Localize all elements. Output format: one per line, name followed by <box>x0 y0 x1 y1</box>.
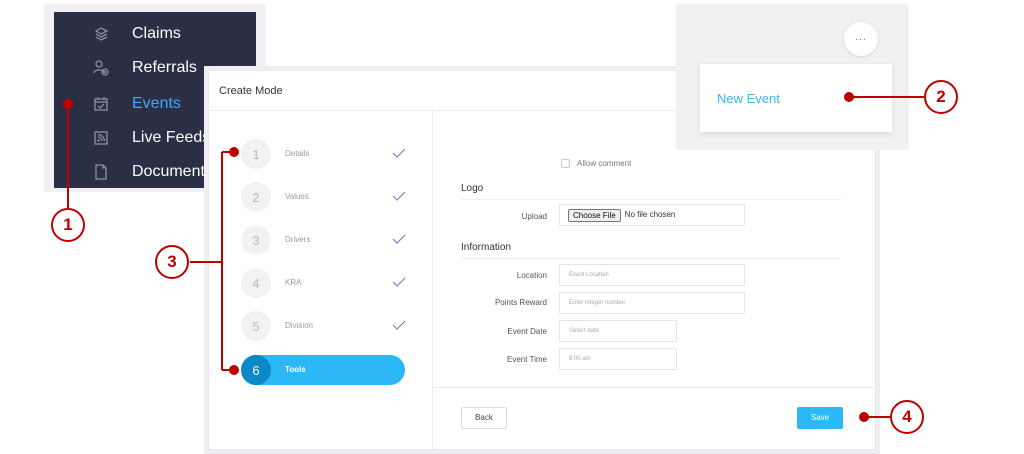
sidebar-item-label: Events <box>132 95 181 112</box>
callout-4: 4 <box>890 400 924 434</box>
step-label: Details <box>285 149 310 158</box>
sidebar-item-label: Referrals <box>132 59 197 76</box>
footer-divider <box>433 387 877 388</box>
information-section-title: Information <box>461 242 512 253</box>
allow-comment-checkbox[interactable] <box>561 159 570 168</box>
step-division[interactable]: 5 Division <box>241 311 406 341</box>
event-form: Allow comment Logo Upload Choose File No… <box>433 111 877 451</box>
back-button[interactable]: Back <box>461 407 507 429</box>
step-drivers[interactable]: 3 Drivers <box>241 225 406 255</box>
rss-icon <box>92 129 110 147</box>
check-icon <box>392 234 406 244</box>
sidebar-item-label: Documents <box>132 163 213 180</box>
sidebar-item-label: Live Feeds <box>132 129 211 146</box>
new-event-inset: ... New Event <box>676 4 909 150</box>
step-number: 5 <box>241 311 271 341</box>
event-time-label: Event Time <box>506 355 547 364</box>
check-icon <box>392 320 406 330</box>
step-label: Drivers <box>285 235 311 244</box>
referral-icon <box>92 59 110 77</box>
step-number: 4 <box>241 268 271 298</box>
points-reward-input[interactable]: Enter integer number <box>559 292 745 314</box>
location-label: Location <box>516 271 547 280</box>
step-label: KRA <box>285 278 302 287</box>
event-time-input[interactable]: 8:00 am <box>559 348 677 370</box>
step-kra[interactable]: 4 KRA <box>241 268 406 298</box>
allow-comment[interactable]: Allow comment <box>561 159 631 168</box>
calendar-check-icon <box>92 95 110 113</box>
step-number: 6 <box>241 355 271 385</box>
step-tools[interactable]: 6 Tools <box>241 355 405 385</box>
choose-file-button[interactable]: Choose File <box>568 208 621 222</box>
logo-section-title: Logo <box>461 183 484 194</box>
new-event-menu: New Event <box>700 64 892 132</box>
check-icon <box>392 191 406 201</box>
stage: Claims Referrals Events Live Feeds Docum… <box>0 0 1024 454</box>
allow-comment-label: Allow comment <box>577 159 632 168</box>
step-label: Tools <box>285 365 306 374</box>
more-options-button[interactable]: ... <box>844 22 878 56</box>
step-number: 1 <box>241 139 271 169</box>
points-reward-label: Points Reward <box>494 298 547 307</box>
layers-icon <box>92 25 110 43</box>
step-details[interactable]: 1 Details <box>241 139 406 169</box>
callout-3: 3 <box>155 245 189 279</box>
upload-label: Upload <box>521 212 547 221</box>
divider <box>461 199 841 200</box>
callout-1: 1 <box>51 208 85 242</box>
check-icon <box>392 148 406 158</box>
callout-2: 2 <box>924 80 958 114</box>
stepper: 1 Details 2 Values 3 Drivers 4 KRA 5 Div… <box>209 111 433 451</box>
upload-field: Choose File No file chosen <box>559 204 745 226</box>
no-file-text: No file chosen <box>624 210 676 219</box>
document-icon <box>92 163 110 181</box>
step-label: Values <box>285 192 309 201</box>
sidebar-item-claims[interactable]: Claims <box>54 18 256 50</box>
step-label: Division <box>285 321 314 330</box>
sidebar-item-label: Claims <box>132 25 181 42</box>
page-title: Create Mode <box>219 85 283 97</box>
check-icon <box>392 277 406 287</box>
step-values[interactable]: 2 Values <box>241 182 406 212</box>
divider <box>461 258 841 259</box>
event-date-label: Event Date <box>507 327 547 336</box>
step-number: 2 <box>241 182 271 212</box>
location-input[interactable]: Event Location <box>559 264 745 286</box>
step-number: 3 <box>241 225 271 255</box>
event-date-input[interactable]: Select date <box>559 320 677 342</box>
save-button[interactable]: Save <box>797 407 843 429</box>
new-event-menu-item[interactable]: New Event <box>717 91 780 106</box>
